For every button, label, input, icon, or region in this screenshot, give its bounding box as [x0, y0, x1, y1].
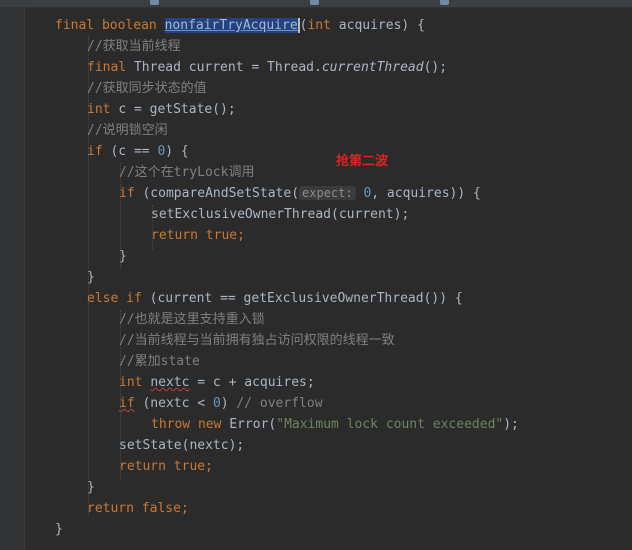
- editor-tab-bar[interactable]: [0, 0, 632, 8]
- code-warning[interactable]: if: [119, 396, 135, 411]
- code-line[interactable]: //这个在tryLock调用: [119, 162, 254, 183]
- code-line[interactable]: else if (current == getExclusiveOwnerThr…: [87, 288, 463, 309]
- code-line[interactable]: if (c == 0) {: [87, 141, 189, 162]
- code-line[interactable]: if (nextc < 0) // overflow: [119, 393, 323, 414]
- code-line[interactable]: setExclusiveOwnerThread(current);: [151, 204, 409, 225]
- code-editor[interactable]: final boolean nonfairTryAcquire (int acqu…: [0, 0, 632, 550]
- spelling-warning[interactable]: nextc: [150, 375, 189, 390]
- red-annotation-label: 抢第二波: [336, 154, 389, 169]
- code-line[interactable]: //说明锁空闲: [87, 120, 168, 141]
- code-line[interactable]: int nextc = c + acquires;: [119, 372, 315, 393]
- code-line[interactable]: }: [87, 477, 95, 498]
- code-line[interactable]: }: [55, 519, 63, 540]
- code-line[interactable]: setState(nextc);: [119, 435, 244, 456]
- code-line[interactable]: if (compareAndSetState(expect: 0, acquir…: [119, 183, 481, 204]
- line-gutter[interactable]: [0, 7, 25, 550]
- code-line[interactable]: throw new Error("Maximum lock count exce…: [151, 414, 519, 435]
- code-line[interactable]: //累加state: [119, 351, 200, 372]
- java-file-icon: [310, 0, 319, 5]
- code-line[interactable]: //获取同步状态的值: [87, 78, 207, 99]
- code-comment: //累加state: [119, 354, 200, 369]
- code-line[interactable]: final boolean nonfairTryAcquire (int acqu…: [55, 15, 425, 36]
- code-line[interactable]: }: [119, 246, 127, 267]
- java-file-icon: [150, 0, 159, 5]
- code-comment: //说明锁空闲: [87, 123, 168, 138]
- code-line[interactable]: //也就是这里支持重入锁: [119, 309, 265, 330]
- code-comment: //也就是这里支持重入锁: [119, 312, 265, 327]
- java-file-icon: [440, 0, 449, 5]
- code-comment: //获取当前线程: [87, 39, 181, 54]
- code-comment: //这个在tryLock调用: [119, 165, 255, 180]
- code-comment: //获取同步状态的值: [87, 81, 207, 96]
- code-comment: // overflow: [236, 396, 323, 411]
- code-line[interactable]: //当前线程与当前拥有独占访问权限的线程一致: [119, 330, 395, 351]
- code-line[interactable]: //获取当前线程: [87, 36, 181, 57]
- code-line[interactable]: return false;: [87, 498, 189, 519]
- code-line[interactable]: }: [87, 267, 95, 288]
- code-comment: //当前线程与当前拥有独占访问权限的线程一致: [119, 333, 395, 348]
- code-line[interactable]: final Thread current = Thread.currentThr…: [87, 57, 447, 78]
- code-line[interactable]: int c = getState();: [87, 99, 236, 120]
- parameter-hint: expect:: [299, 186, 356, 200]
- selected-method-name[interactable]: nonfairTryAcquire: [164, 18, 298, 33]
- code-line[interactable]: return true;: [119, 456, 213, 477]
- code-line[interactable]: return true;: [151, 225, 245, 246]
